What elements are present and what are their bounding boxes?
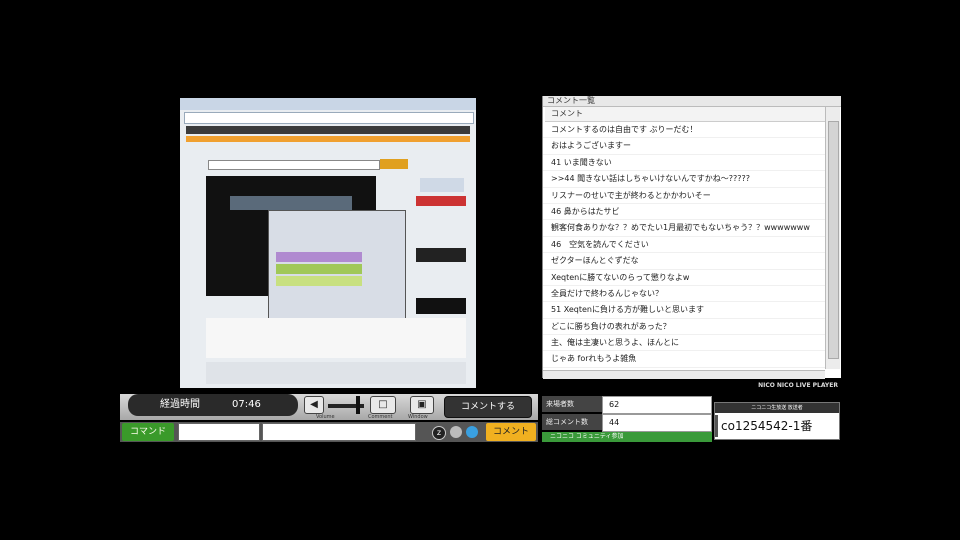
zoom-icon[interactable]: z <box>432 426 446 440</box>
volume-button[interactable]: ◀ <box>304 396 324 414</box>
comment-row[interactable]: おはようございますー <box>543 138 825 155</box>
streamed-panel <box>206 362 466 384</box>
comment-list-title: コメント一覧 <box>547 96 595 105</box>
comment-list[interactable]: コメントするのは自由です ぶりーだむ！ おはようございますー 41 いま聞きない >>… <box>543 122 825 370</box>
streamed-nav <box>186 126 470 134</box>
viewers-label: 来場者数 <box>542 396 602 412</box>
comments-label: 総コメント数 <box>542 414 602 430</box>
scrollbar-thumb[interactable] <box>828 121 839 359</box>
screen-caption: Window <box>408 414 428 420</box>
streamed-sidebar <box>420 178 464 192</box>
community-join-bar[interactable]: ニコニコ コミュニティ参加 <box>542 432 712 442</box>
comment-list-panel: コメント一覧 コメント コメントするのは自由です ぶりーだむ！ おはようございます… <box>542 96 841 379</box>
streamed-sidebar <box>416 248 466 262</box>
comment-row[interactable]: 41 いま聞きない <box>543 155 825 172</box>
streamed-tabs <box>186 136 470 142</box>
send-comment-button[interactable]: コメント <box>486 423 536 441</box>
viewers-value: 62 <box>602 396 712 414</box>
elapsed-label: 経過時間 <box>160 399 200 410</box>
command-button[interactable]: コマンド <box>122 423 174 441</box>
info-circle-icon[interactable] <box>466 426 478 438</box>
speaker-icon: ◀ <box>310 399 318 410</box>
comment-row[interactable]: リスナーのせいで主が終わるとかかわいそー <box>543 188 825 204</box>
streamed-content <box>206 318 466 358</box>
elapsed-display: 経過時間 07:46 <box>128 394 298 416</box>
screen-icon: ▣ <box>417 399 427 410</box>
streamed-row <box>276 276 362 286</box>
elapsed-time: 07:46 <box>232 399 261 410</box>
comment-toggle-button[interactable]: □ <box>370 396 396 414</box>
settings-circle-icon[interactable] <box>450 426 462 438</box>
comment-row[interactable]: 主、俺は主凄いと思うよ、ほんとに <box>543 335 825 352</box>
comment-vertical-scrollbar[interactable] <box>825 107 840 369</box>
comment-bubble-icon: □ <box>378 399 388 410</box>
comment-row[interactable]: 観客何食ありかな？？めでたい1月最初でもないちゃう？？wwwwwww <box>543 220 825 237</box>
channel-id[interactable]: co1254542-1番 <box>721 417 812 434</box>
live-player: コメント一覧 コメント コメントするのは自由です ぶりーだむ！ おはようございます… <box>120 96 841 446</box>
volume-caption: Volume <box>316 414 335 420</box>
streamed-row <box>276 264 362 274</box>
comment-row[interactable]: 全員だけで終わるんじゃない？ <box>543 286 825 303</box>
comment-row[interactable]: 46 空気を読んでください <box>543 237 825 254</box>
comment-row[interactable]: どこに勝ち負けの表れがあった？ <box>543 319 825 336</box>
comment-row[interactable]: 51 Xeqtenに負ける方が難しいと思います <box>543 302 825 319</box>
channel-box: ニコニコ生放送 放送者 co1254542-1番 <box>714 402 840 440</box>
channel-marker <box>715 415 718 437</box>
streamed-sidebar <box>416 196 466 206</box>
comment-row[interactable]: >>44 聞きない話はしちゃいけないんですかね〜????? <box>543 171 825 188</box>
volume-knob[interactable] <box>356 396 360 414</box>
comment-input[interactable] <box>262 423 416 441</box>
streamed-window <box>230 196 352 210</box>
comment-row[interactable]: ゼクターほんとぐずだな <box>543 253 825 270</box>
channel-title: ニコニコ生放送 放送者 <box>715 403 839 413</box>
comment-row[interactable]: Xeqtenに勝てないのらって懲りなよw <box>543 270 825 286</box>
player-brand: NICO NICO LIVE PLAYER <box>758 382 838 389</box>
streamed-screen <box>180 98 476 388</box>
command-input[interactable] <box>178 423 260 441</box>
streamed-search <box>208 160 380 170</box>
comment-row[interactable]: 46 鼻からはたサビ <box>543 204 825 221</box>
streamed-titlebar <box>180 98 476 110</box>
comment-horizontal-scrollbar[interactable] <box>543 370 825 379</box>
comments-value: 44 <box>602 414 712 432</box>
comment-row[interactable]: コメントするのは自由です ぶりーだむ！ <box>543 122 825 139</box>
video-area[interactable] <box>120 96 538 390</box>
comment-list-header: コメント一覧 <box>543 96 841 107</box>
comment-mode-button[interactable]: コメントする <box>444 396 532 418</box>
comment-column-header[interactable]: コメント <box>545 107 827 122</box>
comment-caption: Comment <box>368 414 393 420</box>
screen-button[interactable]: ▣ <box>410 396 434 414</box>
comment-row[interactable]: じゃあ forれもうよ雑魚 <box>543 351 825 368</box>
streamed-search-button <box>380 159 408 169</box>
streamed-address-bar <box>184 112 474 124</box>
streamed-sidebar <box>416 298 466 314</box>
streamed-row <box>276 252 362 262</box>
